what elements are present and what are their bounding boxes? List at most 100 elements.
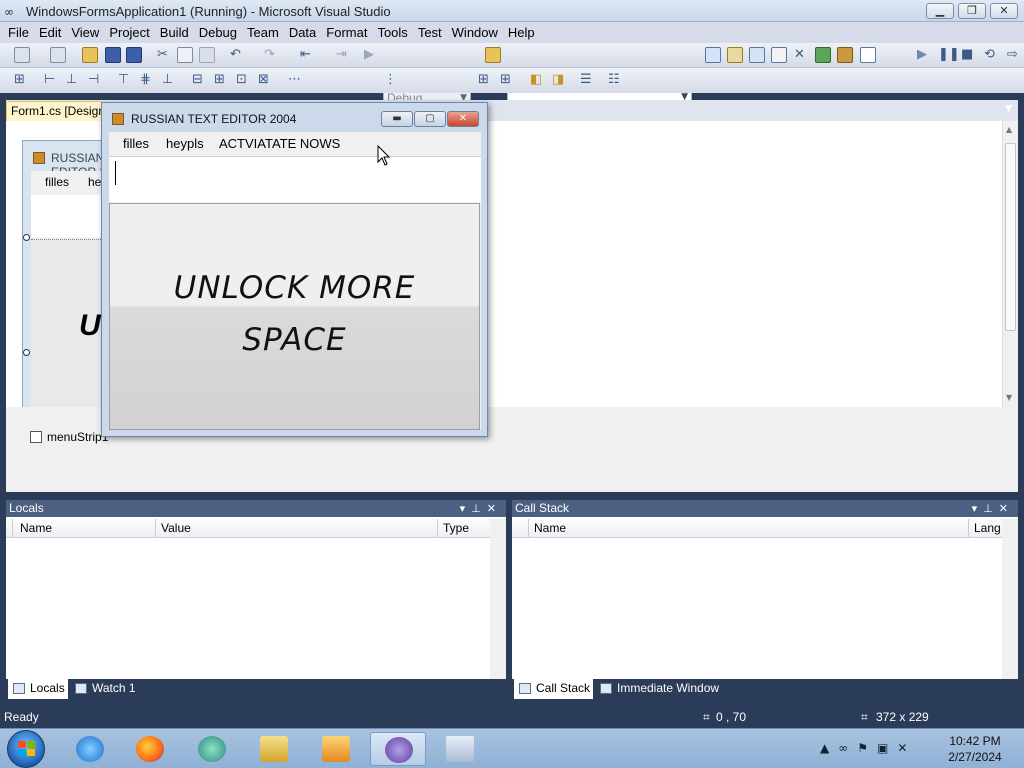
menu-project[interactable]: Project <box>104 22 154 43</box>
panel-window-controls[interactable]: ▾⊥✕ <box>460 500 502 517</box>
align-rights-icon[interactable]: ⊣ <box>88 72 99 88</box>
tab-order-icon[interactable]: ☰ <box>580 72 592 88</box>
align-centers-icon[interactable]: ⊥ <box>66 72 77 88</box>
column-type[interactable]: Type <box>443 521 469 535</box>
redo-icon[interactable]: ↷ <box>264 47 275 63</box>
save-icon[interactable] <box>105 47 121 63</box>
resize-handle[interactable] <box>23 234 30 241</box>
menu-data[interactable]: Data <box>284 22 321 43</box>
app-menu-filles[interactable]: filles <box>123 136 149 151</box>
navigate-forward-icon[interactable]: ⇥ <box>336 47 347 63</box>
visual-studio-taskbar-icon[interactable] <box>370 732 426 766</box>
column-name[interactable]: Name <box>20 521 52 535</box>
menu-file[interactable]: File <box>3 22 34 43</box>
menu-edit[interactable]: Edit <box>34 22 66 43</box>
tab-form1-design[interactable]: Form1.cs [Design] <box>6 101 102 121</box>
running-app-window[interactable]: RUSSIAN TEXT EDITOR 2004 ▬ ▢ ✕ filles he… <box>101 102 488 437</box>
minimize-button[interactable]: ▁ <box>926 3 954 19</box>
scrollbar-thumb[interactable] <box>1005 143 1016 331</box>
copy-icon[interactable] <box>177 47 193 63</box>
stop-debugging-icon[interactable]: ■ <box>961 47 973 63</box>
panel-window-controls[interactable]: ▾⊥✕ <box>972 500 1014 517</box>
running-app-taskbar-icon[interactable] <box>432 732 488 766</box>
scroll-up-icon[interactable]: ▲ <box>1006 125 1012 134</box>
bring-to-front-icon[interactable]: ◧ <box>530 72 542 88</box>
align-bottoms-icon[interactable]: ⊥ <box>162 72 173 88</box>
tab-call-stack[interactable]: Call Stack <box>514 679 593 699</box>
align-to-grid-icon[interactable]: ⊞ <box>14 72 25 88</box>
chevron-down-icon[interactable]: ▼ <box>1005 104 1012 114</box>
solution-explorer-icon[interactable] <box>705 47 721 63</box>
open-file-icon[interactable] <box>82 47 98 63</box>
center-vertically-icon[interactable]: ⊞ <box>500 72 511 88</box>
continue-icon[interactable]: ▶ <box>917 47 927 63</box>
add-item-icon[interactable] <box>50 47 66 63</box>
menu-debug[interactable]: Debug <box>194 22 242 43</box>
tools-icon[interactable]: ✕ <box>794 47 805 63</box>
start-debugging-icon[interactable]: ▶ <box>364 47 374 63</box>
menu-format[interactable]: Format <box>321 22 372 43</box>
tab-immediate-window[interactable]: Immediate Window <box>595 679 735 699</box>
app-textbox[interactable] <box>109 156 481 202</box>
navigate-backward-icon[interactable]: ⇤ <box>300 47 311 63</box>
extension-manager-icon[interactable] <box>837 47 853 63</box>
callstack-vertical-scrollbar[interactable] <box>1002 519 1018 679</box>
scroll-down-icon[interactable]: ▼ <box>1006 393 1012 402</box>
object-browser-icon[interactable] <box>749 47 765 63</box>
center-horizontally-icon[interactable]: ⊞ <box>478 72 489 88</box>
restart-icon[interactable]: ⟲ <box>984 47 995 63</box>
make-same-size-icon[interactable]: ⊡ <box>236 72 247 88</box>
tab-locals[interactable]: Locals <box>8 679 68 699</box>
start-button[interactable] <box>7 730 45 768</box>
show-next-statement-icon[interactable]: ⇨ <box>1007 47 1018 63</box>
align-tops-icon[interactable]: ⊤ <box>118 72 129 88</box>
app-picturebox[interactable]: UNLOCK MORE SPACE <box>109 203 480 430</box>
menu-test[interactable]: Test <box>413 22 447 43</box>
close-button[interactable]: ✕ <box>990 3 1018 19</box>
column-value[interactable]: Value <box>161 521 191 535</box>
file-explorer-icon[interactable] <box>246 732 302 766</box>
internet-explorer-icon[interactable] <box>62 732 118 766</box>
new-project-icon[interactable] <box>14 47 30 63</box>
app-close-button[interactable]: ✕ <box>447 111 479 127</box>
app-menu-activate[interactable]: ACTVIATATE NOWS <box>219 136 340 151</box>
command-window-icon[interactable] <box>860 47 876 63</box>
menustrip-component[interactable]: menuStrip1 <box>30 430 108 444</box>
vs-titlebar[interactable]: ∞ WindowsFormsApplication1 (Running) - M… <box>0 0 1024 22</box>
make-same-height-icon[interactable]: ⊞ <box>214 72 225 88</box>
properties-icon[interactable] <box>727 47 743 63</box>
app-maximize-button[interactable]: ▢ <box>414 111 446 127</box>
system-tray-icons[interactable]: ▲∞⚑▣✕ <box>820 741 916 755</box>
align-lefts-icon[interactable]: ⊢ <box>44 72 55 88</box>
designer-vertical-scrollbar[interactable]: ▲ ▼ <box>1002 121 1018 407</box>
app-menu-heypls[interactable]: heypls <box>166 136 204 151</box>
taskbar-clock[interactable]: 10:42 PM 2/27/2024 <box>940 733 1010 765</box>
vertical-spacing-icon[interactable]: ⋮ <box>384 72 397 88</box>
cut-icon[interactable]: ✂ <box>157 47 168 63</box>
horizontal-spacing-icon[interactable]: ⋯ <box>288 72 301 88</box>
start-page-icon[interactable] <box>815 47 831 63</box>
size-to-grid-icon[interactable]: ⊠ <box>258 72 269 88</box>
column-name[interactable]: Name <box>534 521 566 535</box>
firefox-icon[interactable] <box>122 732 178 766</box>
designer-menu-filles[interactable]: filles <box>45 175 69 189</box>
menu-tools[interactable]: Tools <box>372 22 412 43</box>
menu-build[interactable]: Build <box>155 22 194 43</box>
save-all-icon[interactable] <box>126 47 142 63</box>
messenger-icon[interactable] <box>184 732 240 766</box>
break-all-icon[interactable]: ❚❚ <box>938 47 960 63</box>
lock-controls-icon[interactable]: ☷ <box>608 72 620 88</box>
send-to-back-icon[interactable]: ◨ <box>552 72 564 88</box>
align-middles-icon[interactable]: ⋕ <box>140 72 151 88</box>
menu-window[interactable]: Window <box>447 22 503 43</box>
menu-help[interactable]: Help <box>503 22 540 43</box>
menu-view[interactable]: View <box>66 22 104 43</box>
resize-handle[interactable] <box>23 349 30 356</box>
find-in-files-icon[interactable] <box>485 47 501 63</box>
make-same-width-icon[interactable]: ⊟ <box>192 72 203 88</box>
app-minimize-button[interactable]: ▬ <box>381 111 413 127</box>
tab-watch-1[interactable]: Watch 1 <box>70 679 150 699</box>
menu-team[interactable]: Team <box>242 22 284 43</box>
locals-vertical-scrollbar[interactable] <box>490 519 506 679</box>
paste-icon[interactable] <box>199 47 215 63</box>
